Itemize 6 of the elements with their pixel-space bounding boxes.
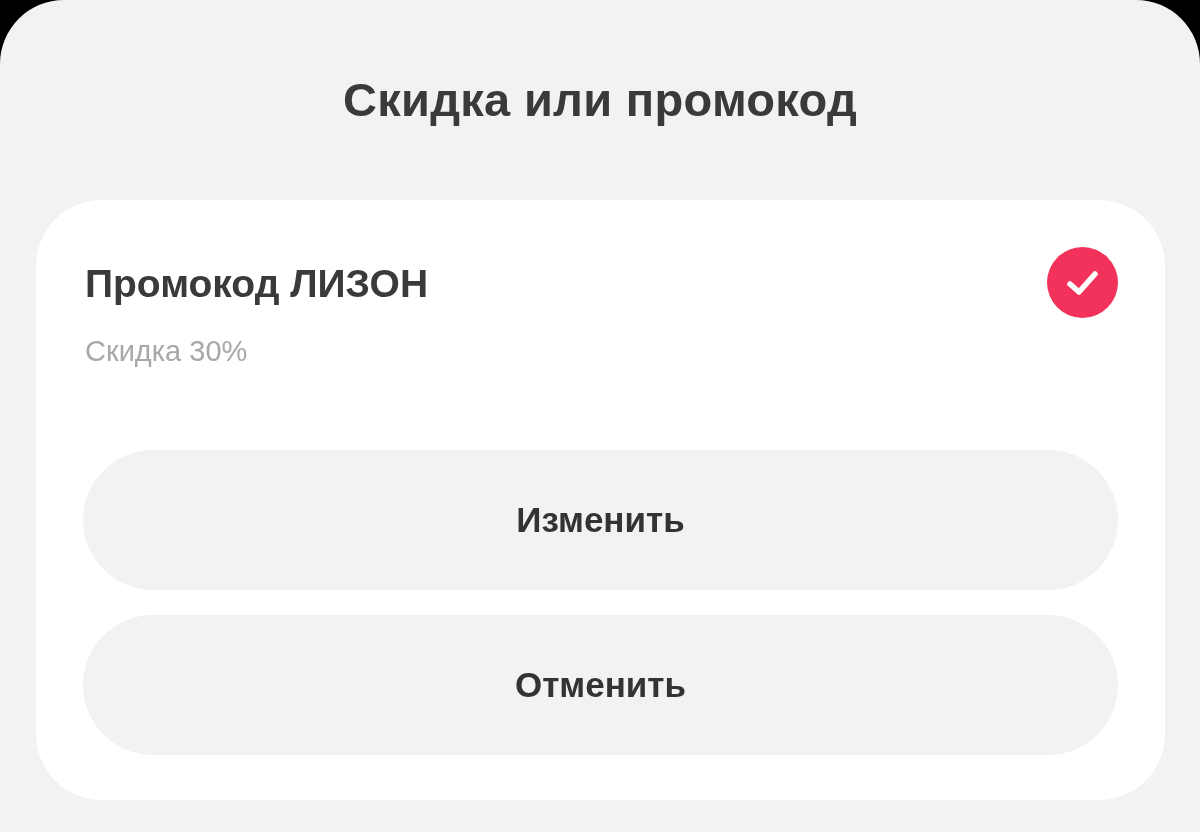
check-circle-icon[interactable] — [1047, 247, 1118, 318]
action-button[interactable]: Изменить — [83, 450, 1118, 590]
sheet-title: Скидка или промокод — [342, 72, 858, 128]
action-button[interactable]: Отменить — [83, 615, 1118, 755]
promo-name: Промокод ЛИЗОН — [85, 261, 429, 307]
promo-description: Скидка 30% — [85, 334, 249, 369]
